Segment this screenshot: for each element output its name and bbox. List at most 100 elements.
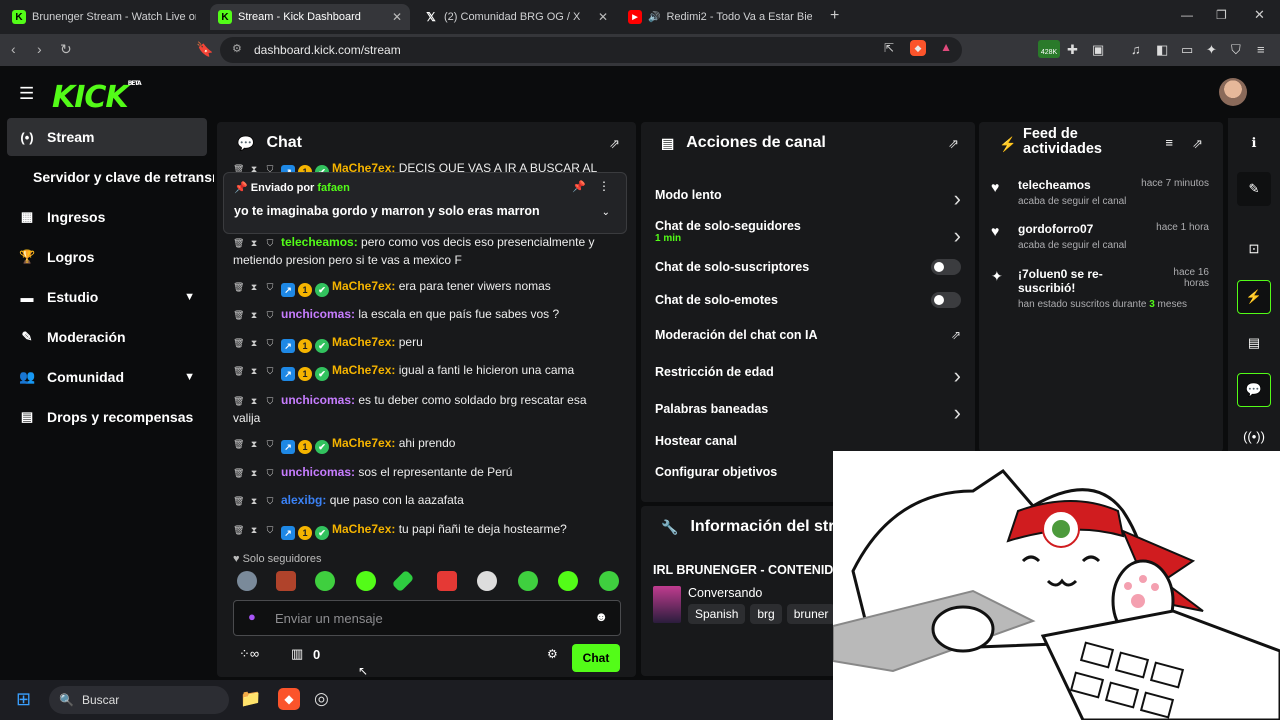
reload-icon[interactable]: ↻: [60, 41, 72, 58]
emote-item[interactable]: [356, 571, 376, 591]
ban-icon[interactable]: ⛉: [265, 436, 275, 453]
new-tab-button[interactable]: +: [830, 7, 839, 25]
tab-comunidad-x[interactable]: 𝕏 (2) Comunidad BRG OG / X ✕: [416, 4, 616, 30]
chevron-down-icon[interactable]: ⌄: [602, 207, 610, 218]
users-icon[interactable]: ⁘∞: [239, 646, 259, 662]
chat-username[interactable]: telecheamos: [281, 235, 354, 249]
action-row[interactable]: Chat de solo-emotes: [655, 293, 965, 307]
sidebar-item-moderacion[interactable]: ✎ Moderación: [7, 318, 207, 356]
ban-icon[interactable]: ⛉: [265, 279, 275, 296]
ban-icon[interactable]: ⛉: [265, 493, 275, 510]
emote-item[interactable]: [237, 571, 257, 591]
brave-rewards-icon[interactable]: ▲: [940, 40, 952, 54]
tab-redimi2[interactable]: ▶ 🔊 Redimi2 - Todo Va a Estar Bien (V: [620, 4, 820, 30]
microphone-icon[interactable]: ●: [248, 609, 256, 624]
hamburger-menu-icon[interactable]: ☰: [19, 84, 34, 104]
timeout-icon[interactable]: ⧗: [249, 335, 259, 352]
sidebar-item-server-key[interactable]: Servidor y clave de retransn: [7, 158, 214, 196]
chat-username[interactable]: MaChe7ex: [332, 335, 391, 349]
unpin-icon[interactable]: 📌: [572, 180, 586, 193]
broadcast-icon[interactable]: ((•)): [1237, 419, 1271, 453]
file-explorer-icon[interactable]: 📁: [240, 689, 261, 709]
tab-brunenger-stream[interactable]: K Brunenger Stream - Watch Live on Ki: [4, 4, 204, 30]
action-row[interactable]: Restricción de edad: [655, 365, 965, 379]
sidebar-item-drops[interactable]: ▤ Drops y recompensas: [7, 398, 207, 436]
sidebar-item-estudio[interactable]: ▬ Estudio ▼: [7, 278, 207, 316]
wallet-icon[interactable]: ▭: [1181, 42, 1193, 58]
popout-icon[interactable]: ⇗: [609, 136, 620, 152]
popout-icon[interactable]: ⇗: [948, 136, 959, 152]
chat-toggle-icon[interactable]: 💬: [1237, 373, 1271, 407]
forward-icon[interactable]: ›: [37, 41, 42, 57]
tag-item[interactable]: brg: [750, 604, 782, 624]
send-chat-button[interactable]: Chat: [572, 644, 620, 672]
windows-start-icon[interactable]: ⊞: [16, 689, 31, 710]
chevron-right-icon[interactable]: ›: [954, 186, 961, 212]
chat-username[interactable]: unchicomas: [281, 465, 351, 479]
action-row[interactable]: Moderación del chat con IA: [655, 328, 965, 342]
ban-icon[interactable]: ⛉: [265, 393, 275, 410]
url-field[interactable]: ⚙ dashboard.kick.com/stream ⇱ ◆ ▲: [220, 37, 962, 63]
kick-logo[interactable]: KICKBETA: [52, 80, 142, 115]
timeout-icon[interactable]: ⧗: [249, 465, 259, 482]
timeout-icon[interactable]: ⧗: [249, 279, 259, 296]
emote-item[interactable]: [315, 571, 335, 591]
action-row[interactable]: Palabras baneadas: [655, 402, 965, 416]
timeout-icon[interactable]: ⧗: [249, 363, 259, 380]
external-link-icon[interactable]: ⇗: [951, 328, 961, 342]
activity-lightning-icon[interactable]: ⚡: [1237, 280, 1271, 314]
timeout-icon[interactable]: ⧗: [249, 493, 259, 510]
toggle-switch[interactable]: [931, 292, 961, 308]
delete-icon[interactable]: 🗑: [233, 436, 244, 453]
tag-item[interactable]: bruner: [786, 604, 836, 624]
delete-icon[interactable]: 🗑: [233, 235, 244, 252]
chevron-right-icon[interactable]: ›: [954, 400, 961, 426]
settings-icon[interactable]: ⚙: [547, 647, 558, 661]
ban-icon[interactable]: ⛉: [265, 465, 275, 482]
sidebar-item-ingresos[interactable]: ▦ Ingresos: [7, 198, 207, 236]
chat-username[interactable]: alexibg: [281, 493, 322, 507]
timeout-icon[interactable]: ⧗: [249, 522, 259, 539]
delete-icon[interactable]: 🗑: [233, 363, 244, 380]
timeout-icon[interactable]: ⧗: [249, 436, 259, 453]
info-icon[interactable]: ℹ: [1237, 126, 1271, 160]
sidebar-item-stream[interactable]: (•) Stream: [7, 118, 207, 156]
sidebar-item-comunidad[interactable]: 👥 Comunidad ▼: [7, 358, 207, 396]
delete-icon[interactable]: 🗑: [233, 279, 244, 296]
chat-username[interactable]: MaChe7ex: [332, 436, 391, 450]
site-info-icon[interactable]: ⚙: [232, 42, 242, 55]
sidebar-item-logros[interactable]: 🏆 Logros: [7, 238, 207, 276]
emote-item[interactable]: [391, 569, 415, 593]
edit-icon[interactable]: ✎: [1237, 172, 1271, 206]
ban-icon[interactable]: ⛉: [265, 363, 275, 380]
notes-icon[interactable]: ▤: [1237, 326, 1271, 360]
action-row[interactable]: Chat de solo-seguidores 1 min: [655, 219, 965, 244]
popout-icon[interactable]: ⇗: [1192, 136, 1203, 152]
media-icon[interactable]: ♫: [1131, 42, 1141, 57]
delete-icon[interactable]: 🗑: [233, 335, 244, 352]
emote-item[interactable]: [276, 571, 296, 591]
close-tab-icon[interactable]: ✕: [392, 10, 402, 24]
ban-icon[interactable]: ⛉: [265, 235, 275, 252]
emoji-icon[interactable]: ☻: [594, 609, 608, 624]
taskbar-search[interactable]: 🔍 Buscar: [49, 686, 229, 714]
toggle-switch[interactable]: [931, 259, 961, 275]
emote-item[interactable]: [558, 571, 578, 591]
bookmark-icon[interactable]: 🔖: [196, 41, 213, 58]
action-row[interactable]: Modo lento: [655, 188, 965, 202]
sidebar-toggle-icon[interactable]: ◧: [1156, 42, 1168, 58]
close-window-icon[interactable]: ✕: [1254, 7, 1265, 23]
extension-badge[interactable]: 428K: [1038, 40, 1060, 58]
pinned-user[interactable]: fafaen: [317, 182, 349, 194]
delete-icon[interactable]: 🗑: [233, 307, 244, 324]
minimize-icon[interactable]: —: [1181, 8, 1193, 22]
action-row[interactable]: Chat de solo-suscriptores: [655, 260, 965, 274]
timeout-icon[interactable]: ⧗: [249, 307, 259, 324]
delete-icon[interactable]: 🗑: [233, 493, 244, 510]
store-icon[interactable]: ▥: [291, 646, 303, 662]
chat-username[interactable]: unchicomas: [281, 393, 351, 407]
tag-item[interactable]: Spanish: [688, 604, 746, 624]
brave-shields-icon[interactable]: ◆: [910, 40, 926, 56]
filter-icon[interactable]: ≡: [1165, 135, 1173, 150]
chat-username[interactable]: unchicomas: [281, 307, 351, 321]
